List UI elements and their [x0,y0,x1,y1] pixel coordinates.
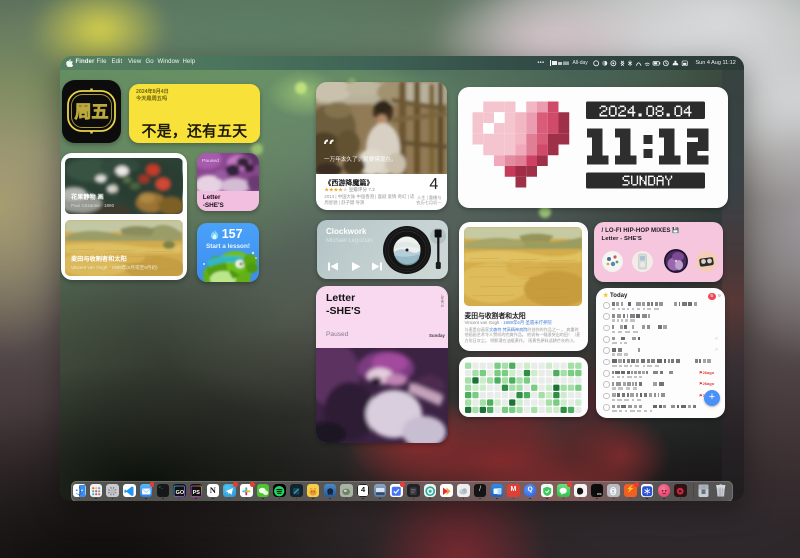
svg-text:PS: PS [192,489,200,495]
svg-text:麦田与收割者和太阳: 麦田与收割者和太阳 [71,255,127,263]
svg-text:Paused: Paused [202,158,219,164]
svg-text:一万年太久了，就要摸现在。: 一万年太久了，就要摸现在。 [324,155,397,163]
svg-text:Vincent van Gogh · 1889年(6月或至9: Vincent van Gogh · 1889年(6月或至9月初) [71,264,158,271]
svg-text:花果静物 画: 花果静物 画 [71,193,104,201]
svg-text:Paul Cézanne · 1890: Paul Cézanne · 1890 [71,203,115,208]
svg-text:GO: GO [176,489,185,495]
svg-text:周五: 周五 [75,103,109,122]
